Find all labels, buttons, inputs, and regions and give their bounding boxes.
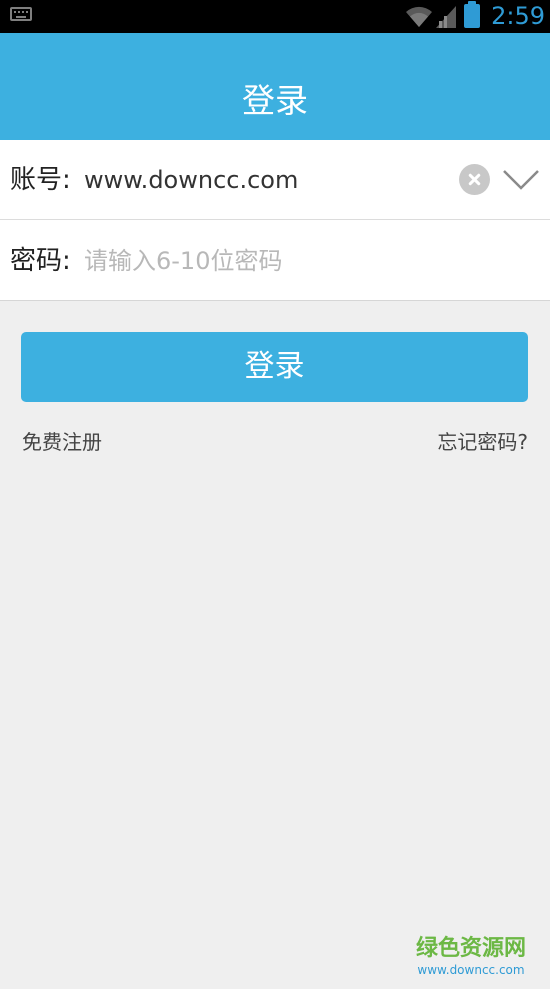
account-input[interactable]: www.downcc.com [84, 140, 298, 220]
watermark-title: 绿色资源网 [415, 936, 526, 961]
register-link[interactable]: 免费注册 [22, 428, 102, 456]
chevron-down-icon[interactable] [502, 168, 540, 192]
status-clock: 2:59 [491, 2, 545, 30]
wifi-icon [406, 6, 432, 27]
title-bar: 登录 [0, 33, 550, 140]
forgot-password-link[interactable]: 忘记密码? [437, 428, 528, 456]
keyboard-icon [10, 7, 32, 21]
account-row[interactable]: 账号: www.downcc.com [0, 140, 550, 220]
login-form: 账号: www.downcc.com 密码: 请输入6-10位密码 [0, 140, 550, 301]
login-button[interactable]: 登录 [21, 332, 528, 402]
account-label: 账号: [10, 165, 71, 195]
battery-icon [464, 1, 480, 28]
signal-icon [436, 6, 456, 28]
watermark-url: www.downcc.com [417, 963, 525, 977]
status-bar: 2:59 [0, 0, 550, 33]
password-input[interactable]: 请输入6-10位密码 [84, 221, 282, 301]
password-label: 密码: [10, 246, 71, 276]
page-title: 登录 [242, 81, 308, 120]
password-row[interactable]: 密码: 请输入6-10位密码 [0, 221, 550, 301]
clear-icon[interactable] [459, 164, 490, 195]
watermark: 绿色资源网 www.downcc.com [412, 936, 530, 978]
